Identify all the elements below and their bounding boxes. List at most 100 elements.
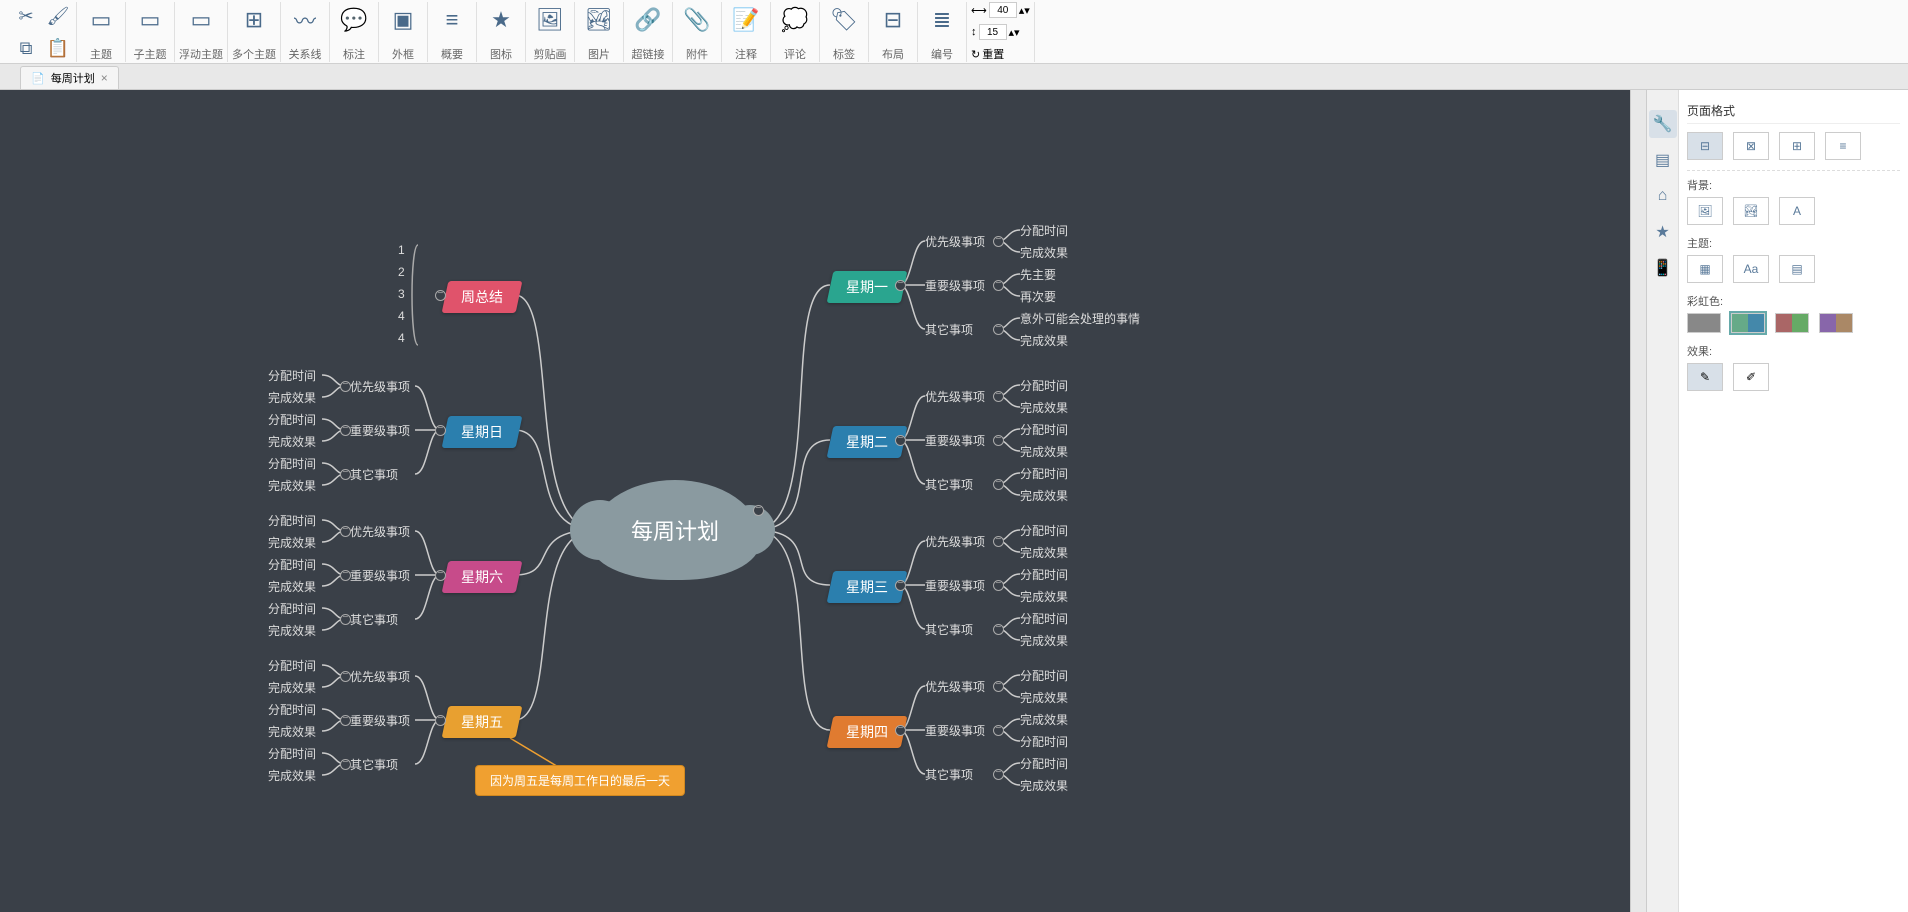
sub-星期二-1[interactable]: 重要级事项 xyxy=(925,432,985,449)
cut-icon[interactable]: ✂ xyxy=(12,2,40,30)
sub-星期一-1[interactable]: 重要级事项 xyxy=(925,277,985,294)
sub-星期六-2[interactable]: 其它事项 xyxy=(350,611,398,628)
leaf-星期二-2-0[interactable]: 分配时间 xyxy=(1020,465,1068,482)
leaf-星期日-2-0[interactable]: 分配时间 xyxy=(268,455,316,472)
sub-星期一-0[interactable]: 优先级事项 xyxy=(925,233,985,250)
leaf-星期一-2-0[interactable]: 意外可能会处理的事情 xyxy=(1020,310,1140,327)
effect-2[interactable]: ✐ xyxy=(1733,363,1769,391)
leaf-星期六-0-1[interactable]: 完成效果 xyxy=(268,534,316,551)
callout-icon[interactable]: 💬 xyxy=(334,2,374,38)
layout-opt-4[interactable]: ≡ xyxy=(1825,132,1861,160)
sub-星期三-1[interactable]: 重要级事项 xyxy=(925,577,985,594)
leaf-星期三-0-0[interactable]: 分配时间 xyxy=(1020,522,1068,539)
theme-opt-2[interactable]: Aa xyxy=(1733,255,1769,283)
comment-icon[interactable]: 💭 xyxy=(775,2,815,38)
collapse-dot[interactable] xyxy=(340,425,351,436)
collapse-dot[interactable] xyxy=(993,479,1004,490)
sub-星期日-2[interactable]: 其它事项 xyxy=(350,466,398,483)
leaf-星期五-0-1[interactable]: 完成效果 xyxy=(268,679,316,696)
leaf-星期六-2-1[interactable]: 完成效果 xyxy=(268,622,316,639)
sub-星期六-1[interactable]: 重要级事项 xyxy=(350,567,410,584)
layout-icon[interactable]: ⊟ xyxy=(873,2,913,38)
relationship-icon[interactable]: 〰 xyxy=(285,2,325,38)
iconset-icon[interactable]: ★ xyxy=(481,2,521,38)
sub-星期四-2[interactable]: 其它事项 xyxy=(925,766,973,783)
theme-opt-3[interactable]: ▤ xyxy=(1779,255,1815,283)
bg-opt-1[interactable]: 🖼 xyxy=(1687,197,1723,225)
collapse-dot[interactable] xyxy=(895,280,906,291)
leaf-星期五-1-0[interactable]: 分配时间 xyxy=(268,701,316,718)
collapse-dot[interactable] xyxy=(993,769,1004,780)
multi-topic-icon[interactable]: ⊞ xyxy=(234,2,274,38)
summary-num-0[interactable]: 1 xyxy=(398,243,405,257)
collapse-dot[interactable] xyxy=(340,469,351,480)
bg-opt-3[interactable]: A xyxy=(1779,197,1815,225)
sub-星期三-0[interactable]: 优先级事项 xyxy=(925,533,985,550)
collapse-dot[interactable] xyxy=(340,715,351,726)
topic-icon[interactable]: ▭ xyxy=(81,2,121,38)
sub-星期二-0[interactable]: 优先级事项 xyxy=(925,388,985,405)
leaf-星期三-0-1[interactable]: 完成效果 xyxy=(1020,544,1068,561)
leaf-星期三-2-1[interactable]: 完成效果 xyxy=(1020,632,1068,649)
sub-星期日-0[interactable]: 优先级事项 xyxy=(350,378,410,395)
format-painter-icon[interactable]: 🖌 xyxy=(44,2,72,30)
collapse-dot[interactable] xyxy=(993,236,1004,247)
leaf-星期四-2-0[interactable]: 分配时间 xyxy=(1020,755,1068,772)
collapse-dot[interactable] xyxy=(993,580,1004,591)
summary-num-1[interactable]: 2 xyxy=(398,265,405,279)
leaf-星期三-2-0[interactable]: 分配时间 xyxy=(1020,610,1068,627)
collapse-dot[interactable] xyxy=(435,425,446,436)
collapse-dot[interactable] xyxy=(435,715,446,726)
collapse-dot[interactable] xyxy=(993,435,1004,446)
document-tab[interactable]: 📄 每周计划 × xyxy=(20,66,119,89)
scrollbar[interactable] xyxy=(1630,90,1646,912)
reset-button[interactable]: ↻重置 xyxy=(971,46,1004,62)
subtopic-icon[interactable]: ▭ xyxy=(130,2,170,38)
leaf-星期五-0-0[interactable]: 分配时间 xyxy=(268,657,316,674)
summary-num-3[interactable]: 4 xyxy=(398,309,405,323)
leaf-星期日-0-1[interactable]: 完成效果 xyxy=(268,389,316,406)
leaf-星期四-1-0[interactable]: 完成效果 xyxy=(1020,711,1068,728)
collapse-dot[interactable] xyxy=(340,671,351,682)
leaf-星期日-2-1[interactable]: 完成效果 xyxy=(268,477,316,494)
image-icon[interactable]: 🏞 xyxy=(579,2,619,38)
leaf-星期二-1-0[interactable]: 分配时间 xyxy=(1020,421,1068,438)
day-星期六[interactable]: 星期六 xyxy=(442,561,523,593)
collapse-dot[interactable] xyxy=(993,324,1004,335)
copy-icon[interactable]: ⧉ xyxy=(12,34,40,62)
layout-opt-2[interactable]: ⊠ xyxy=(1733,132,1769,160)
leaf-星期二-2-1[interactable]: 完成效果 xyxy=(1020,487,1068,504)
sub-星期五-1[interactable]: 重要级事项 xyxy=(350,712,410,729)
collapse-dot[interactable] xyxy=(753,505,764,516)
effect-1[interactable]: ✎ xyxy=(1687,363,1723,391)
leaf-星期四-2-1[interactable]: 完成效果 xyxy=(1020,777,1068,794)
boundary-icon[interactable]: ▣ xyxy=(383,2,423,38)
layout-opt-3[interactable]: ⊞ xyxy=(1779,132,1815,160)
layout-opt-1[interactable]: ⊟ xyxy=(1687,132,1723,160)
sub-星期六-0[interactable]: 优先级事项 xyxy=(350,523,410,540)
collapse-dot[interactable] xyxy=(435,570,446,581)
canvas[interactable]: 每周计划 星期一优先级事项分配时间完成效果重要级事项先主要再次要其它事项意外可能… xyxy=(0,90,1630,912)
leaf-星期一-1-1[interactable]: 再次要 xyxy=(1020,288,1056,305)
device-tab-icon[interactable]: 📱 xyxy=(1649,254,1677,282)
collapse-dot[interactable] xyxy=(993,280,1004,291)
leaf-星期五-2-0[interactable]: 分配时间 xyxy=(268,745,316,762)
leaf-星期六-2-0[interactable]: 分配时间 xyxy=(268,600,316,617)
leaf-星期一-2-1[interactable]: 完成效果 xyxy=(1020,332,1068,349)
collapse-dot[interactable] xyxy=(993,624,1004,635)
leaf-星期一-0-0[interactable]: 分配时间 xyxy=(1020,222,1068,239)
rainbow-4[interactable] xyxy=(1819,313,1853,333)
leaf-星期六-0-0[interactable]: 分配时间 xyxy=(268,512,316,529)
collapse-dot[interactable] xyxy=(340,570,351,581)
clipart-icon[interactable]: 🖼 xyxy=(530,2,570,38)
leaf-星期六-1-1[interactable]: 完成效果 xyxy=(268,578,316,595)
leaf-星期日-1-0[interactable]: 分配时间 xyxy=(268,411,316,428)
day-周总结[interactable]: 周总结 xyxy=(442,281,523,313)
collapse-dot[interactable] xyxy=(993,681,1004,692)
tag-icon[interactable]: 🏷 xyxy=(824,2,864,38)
format-tab-icon[interactable]: 🔧 xyxy=(1649,110,1677,138)
leaf-星期五-1-1[interactable]: 完成效果 xyxy=(268,723,316,740)
day-星期日[interactable]: 星期日 xyxy=(442,416,523,448)
theme-opt-1[interactable]: ▦ xyxy=(1687,255,1723,283)
rainbow-2[interactable] xyxy=(1731,313,1765,333)
